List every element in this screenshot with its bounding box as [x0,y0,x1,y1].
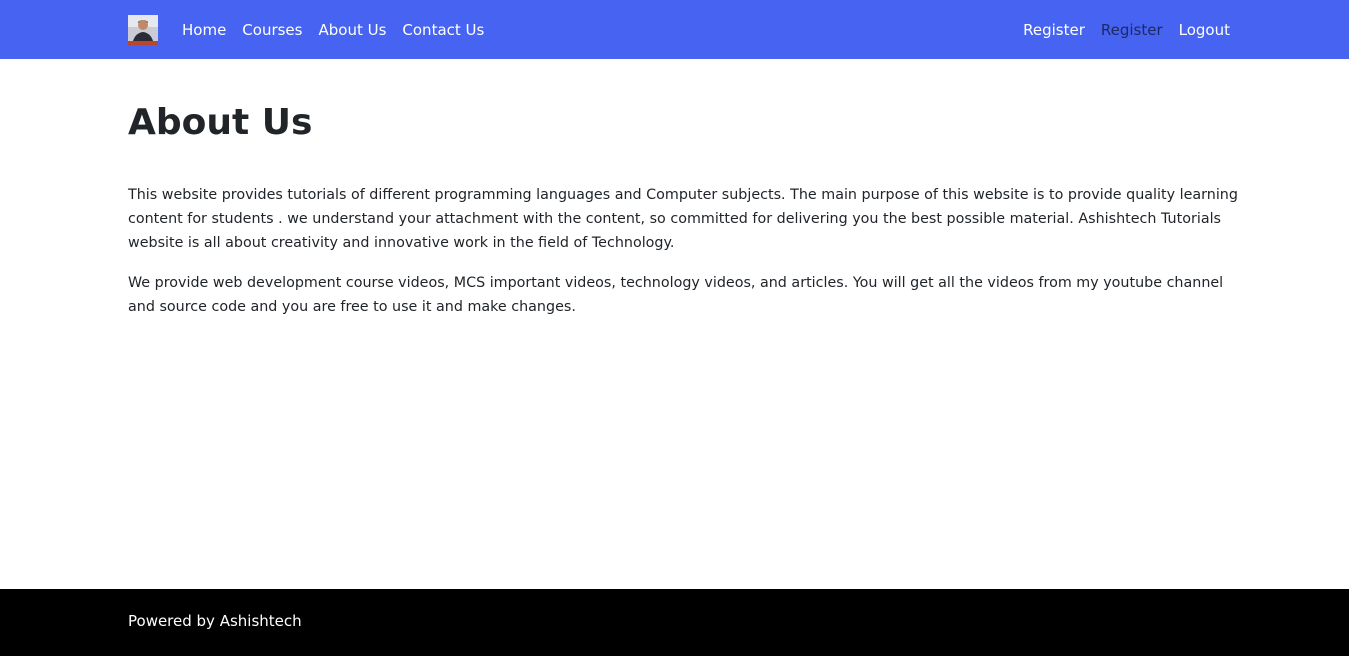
nav-link-register[interactable]: Register [1023,21,1085,39]
nav-link-about-us[interactable]: About Us [318,21,386,39]
footer-credit: Powered by Ashishtech [128,612,302,630]
about-paragraph-1: This website provides tutorials of diffe… [128,187,1238,251]
nav-link-contact-us[interactable]: Contact Us [402,21,484,39]
footer: Powered by Ashishtech [0,589,1349,656]
nav-link-home[interactable]: Home [182,21,226,39]
profile-avatar-icon[interactable] [128,14,158,45]
nav-link-register-secondary[interactable]: Register [1101,21,1163,39]
nav-link-logout[interactable]: Logout [1179,21,1230,39]
navbar-left: Home Courses About Us Contact Us [128,14,484,45]
navbar: Home Courses About Us Contact Us Registe… [0,0,1349,59]
about-paragraph-2: We provide web development course videos… [128,275,1224,315]
main-content: About Us This website provides tutorials… [128,101,1238,335]
navbar-right: Register Register Logout [1023,21,1230,39]
navbar-inner: Home Courses About Us Contact Us Registe… [128,0,1230,59]
page-title: About Us [128,102,313,143]
nav-link-courses[interactable]: Courses [242,21,302,39]
